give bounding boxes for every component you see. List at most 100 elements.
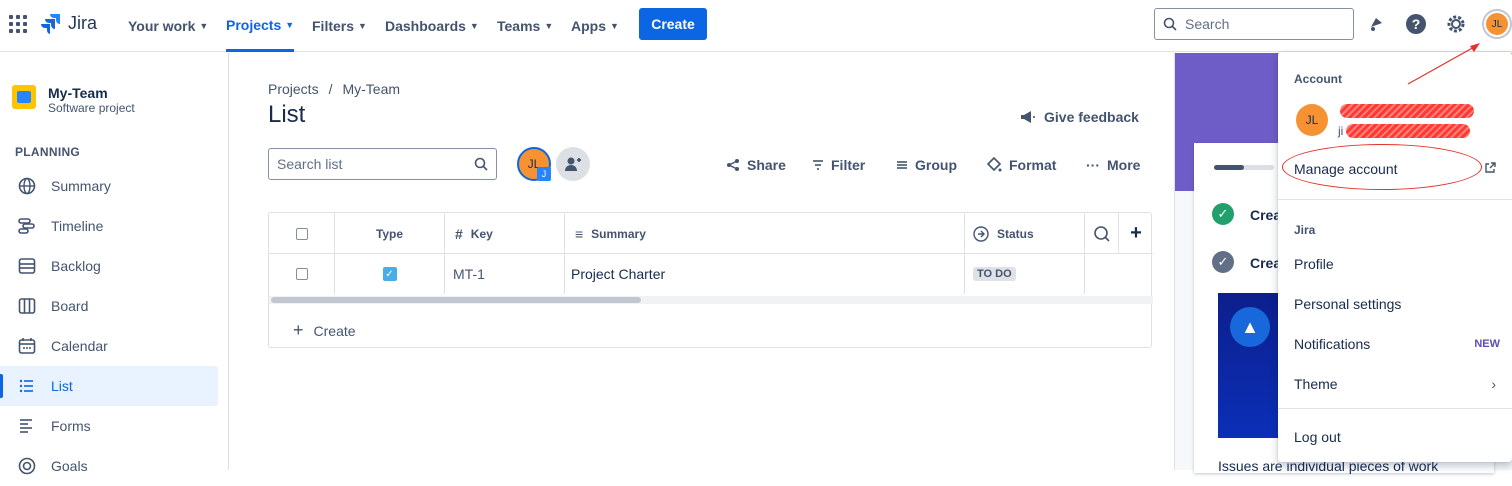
- notifications-item[interactable]: Notifications NEW: [1278, 324, 1512, 364]
- profile-label: Profile: [1294, 256, 1334, 272]
- group-label: Group: [915, 157, 957, 173]
- search-placeholder: Search: [1185, 16, 1230, 32]
- nav-filters[interactable]: Filters ▼: [312, 0, 367, 52]
- project-name: My-Team: [48, 85, 108, 101]
- sidebar-item-summary[interactable]: Summary: [0, 166, 218, 206]
- log-out-item[interactable]: Log out: [1278, 417, 1512, 457]
- share-button[interactable]: Share: [726, 157, 786, 173]
- nav-your-work[interactable]: Your work ▼: [128, 0, 208, 52]
- project-header[interactable]: My-Team Software project: [12, 85, 135, 115]
- nav-label: Filters: [312, 18, 355, 34]
- row-checkbox[interactable]: [295, 268, 308, 280]
- sidebar-item-timeline[interactable]: Timeline: [0, 206, 218, 246]
- theme-item[interactable]: Theme ›: [1278, 364, 1512, 404]
- planning-section-label: PLANNING: [15, 145, 81, 159]
- key-cell[interactable]: MT-1: [445, 254, 565, 294]
- sidebar-item-calendar[interactable]: Calendar: [0, 326, 218, 366]
- nav-apps[interactable]: Apps ▼: [571, 0, 619, 52]
- column-label: Status: [997, 226, 1034, 241]
- settings-gear-icon[interactable]: [1444, 12, 1468, 36]
- nav-dashboards[interactable]: Dashboards ▼: [385, 0, 479, 52]
- globe-icon: [17, 176, 37, 196]
- create-issue-button[interactable]: + Create: [293, 320, 356, 341]
- search-icon: [474, 157, 488, 171]
- status-cell[interactable]: TO DO: [965, 254, 1085, 294]
- search-input[interactable]: Search: [1154, 8, 1354, 40]
- sidebar-item-board[interactable]: Board: [0, 286, 218, 326]
- group-icon: [897, 161, 907, 169]
- sidebar-item-list[interactable]: List: [0, 366, 218, 406]
- onboarding-item-1[interactable]: Crea: [1250, 207, 1281, 223]
- redacted-name: [1340, 104, 1474, 118]
- timeline-icon: [17, 216, 37, 236]
- table-row[interactable]: ✓ MT-1 Project Charter TO DO: [269, 254, 1153, 294]
- horizontal-scrollbar[interactable]: [269, 296, 1153, 304]
- svg-text:?: ?: [1412, 16, 1421, 32]
- select-all-checkbox[interactable]: [295, 227, 308, 240]
- type-cell: ✓: [335, 254, 445, 294]
- board-icon: [17, 296, 37, 316]
- format-button[interactable]: Format: [986, 157, 1056, 173]
- megaphone-icon: [1021, 111, 1035, 123]
- list-icon: [17, 376, 37, 396]
- give-feedback-button[interactable]: Give feedback: [1020, 109, 1139, 125]
- jira-logo[interactable]: Jira: [40, 12, 97, 34]
- menu-divider: [1278, 199, 1512, 200]
- chevron-down-icon: ▼: [469, 21, 479, 31]
- help-icon[interactable]: ?: [1404, 12, 1428, 36]
- row-checkbox-cell[interactable]: [269, 254, 335, 294]
- progress-bar: [1214, 165, 1274, 170]
- nav-label: Teams: [497, 18, 541, 34]
- account-menu: Account JL ji Manage account Jira Profil…: [1278, 52, 1512, 462]
- breadcrumb: Projects / My-Team: [268, 81, 400, 97]
- sidebar-item-label: Board: [51, 298, 89, 314]
- notifications-icon[interactable]: [1364, 12, 1388, 36]
- scrollbar-thumb[interactable]: [271, 297, 641, 303]
- filter-button[interactable]: Filter: [812, 157, 865, 173]
- nav-label: Apps: [571, 18, 606, 34]
- personal-settings-item[interactable]: Personal settings: [1278, 284, 1512, 324]
- issue-table: Type # Key ≡ Summary Status + ✓ MT-1 Proje…: [268, 212, 1153, 348]
- sidebar-item-forms[interactable]: Forms: [0, 406, 218, 446]
- column-header-type[interactable]: Type: [335, 213, 445, 254]
- sidebar-item-backlog[interactable]: Backlog: [0, 246, 218, 286]
- column-header-key[interactable]: # Key: [445, 213, 565, 254]
- account-heading: Account: [1294, 72, 1342, 86]
- log-out-label: Log out: [1294, 429, 1341, 445]
- select-all-checkbox-cell[interactable]: [269, 213, 335, 254]
- jira-heading: Jira: [1294, 223, 1316, 237]
- nav-label: Dashboards: [385, 18, 466, 34]
- sidebar: My-Team Software project PLANNING Summar…: [0, 53, 229, 475]
- profile-item[interactable]: Profile: [1278, 244, 1512, 284]
- sidebar-item-label: List: [51, 378, 73, 394]
- more-dots-icon: ···: [1086, 157, 1100, 173]
- sidebar-item-goals[interactable]: Goals: [0, 446, 218, 486]
- breadcrumb-my-team[interactable]: My-Team: [342, 81, 400, 97]
- profile-avatar-button[interactable]: JL: [1484, 11, 1510, 37]
- onboarding-item-2[interactable]: Crea: [1250, 255, 1281, 271]
- task-type-icon: ✓: [382, 267, 397, 281]
- add-column-plus-icon[interactable]: +: [1119, 213, 1153, 254]
- group-button[interactable]: Group: [896, 157, 957, 173]
- column-header-summary[interactable]: ≡ Summary: [565, 213, 965, 254]
- sidebar-item-label: Backlog: [51, 258, 101, 274]
- ai-search-icon[interactable]: [1085, 213, 1119, 254]
- nav-projects[interactable]: Projects ▼: [226, 0, 295, 52]
- search-list-input[interactable]: Search list: [268, 148, 497, 180]
- create-button[interactable]: Create: [639, 8, 707, 40]
- hash-icon: #: [455, 225, 463, 242]
- add-people-button[interactable]: [556, 147, 590, 181]
- summary-cell[interactable]: Project Charter: [565, 254, 965, 294]
- chevron-right-icon: ›: [1491, 376, 1496, 392]
- status-arrow-icon: [973, 225, 989, 242]
- new-badge: NEW: [1474, 338, 1500, 350]
- column-header-status[interactable]: Status: [965, 213, 1085, 254]
- more-button[interactable]: ··· More: [1086, 157, 1140, 173]
- nav-teams[interactable]: Teams ▼: [497, 0, 553, 52]
- app-switcher-icon[interactable]: [9, 15, 27, 33]
- notifications-label: Notifications: [1294, 336, 1371, 352]
- filter-label: Filter: [831, 157, 866, 173]
- chevron-down-icon: ▼: [610, 21, 619, 31]
- breadcrumb-projects[interactable]: Projects: [268, 81, 319, 97]
- sidebar-item-label: Calendar: [51, 338, 108, 354]
